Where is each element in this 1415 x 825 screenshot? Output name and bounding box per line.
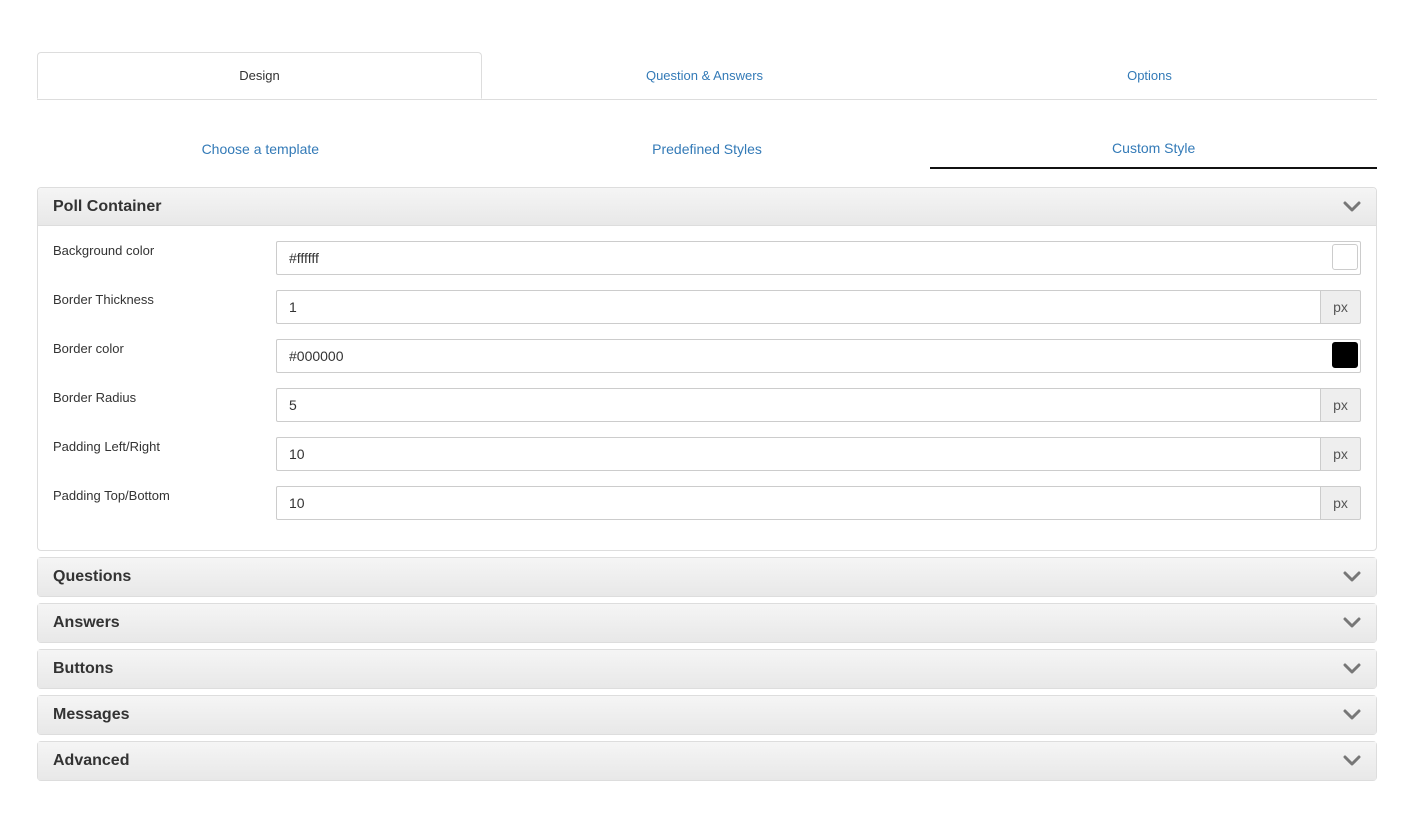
border-radius-input[interactable]	[276, 388, 1321, 422]
border-color-row: Border color	[53, 339, 1361, 388]
panel-title: Questions	[53, 568, 132, 585]
panel-title: Messages	[53, 706, 130, 723]
chevron-down-icon	[1343, 663, 1361, 675]
unit-addon: px	[1321, 486, 1361, 520]
border-radius-row: Border Radius px	[53, 388, 1361, 437]
padding-top-bottom-row: Padding Top/Bottom px	[53, 486, 1361, 520]
tab-design[interactable]: Design	[37, 52, 482, 99]
panel-title: Buttons	[53, 660, 114, 677]
chevron-down-icon	[1343, 201, 1361, 213]
answers-header[interactable]: Answers	[38, 604, 1376, 642]
padding-top-bottom-input[interactable]	[276, 486, 1321, 520]
border-color-swatch[interactable]	[1332, 342, 1358, 368]
unit-addon: px	[1321, 388, 1361, 422]
field-label: Padding Left/Right	[53, 439, 160, 454]
border-thickness-row: Border Thickness px	[53, 290, 1361, 339]
chevron-down-icon	[1343, 755, 1361, 767]
field-label: Background color	[53, 243, 155, 258]
advanced-header[interactable]: Advanced	[38, 742, 1376, 780]
design-sub-tabs: Choose a template Predefined Styles Cust…	[37, 133, 1378, 169]
border-color-input[interactable]	[276, 339, 1361, 373]
poll-container-body: Background color Border Thickness px Bor…	[38, 226, 1376, 550]
background-color-input[interactable]	[276, 241, 1361, 275]
subtab-custom-style[interactable]: Custom Style	[930, 133, 1378, 169]
panel-title: Poll Container	[53, 197, 162, 215]
questions-panel: Questions	[37, 557, 1377, 597]
poll-container-panel: Poll Container Background color Border T…	[37, 187, 1377, 551]
style-accordion: Poll Container Background color Border T…	[37, 187, 1377, 781]
buttons-panel: Buttons	[37, 649, 1377, 689]
subtab-choose-template[interactable]: Choose a template	[37, 133, 484, 169]
background-color-row: Background color	[53, 241, 1361, 290]
chevron-down-icon	[1343, 709, 1361, 721]
chevron-down-icon	[1343, 617, 1361, 629]
answers-panel: Answers	[37, 603, 1377, 643]
buttons-header[interactable]: Buttons	[38, 650, 1376, 688]
tab-question-answers[interactable]: Question & Answers	[482, 52, 927, 98]
field-label: Padding Top/Bottom	[53, 488, 170, 503]
field-label: Border Radius	[53, 390, 137, 405]
border-thickness-input[interactable]	[276, 290, 1321, 324]
main-tabs: Design Question & Answers Options	[37, 52, 1377, 100]
tab-options[interactable]: Options	[927, 52, 1372, 98]
field-label: Border color	[53, 341, 124, 356]
unit-addon: px	[1321, 290, 1361, 324]
subtab-predefined-styles[interactable]: Predefined Styles	[484, 133, 931, 169]
panel-title: Answers	[53, 614, 120, 631]
field-label: Border Thickness	[53, 292, 154, 307]
unit-addon: px	[1321, 437, 1361, 471]
advanced-panel: Advanced	[37, 741, 1377, 781]
messages-panel: Messages	[37, 695, 1377, 735]
questions-header[interactable]: Questions	[38, 558, 1376, 596]
padding-left-right-input[interactable]	[276, 437, 1321, 471]
padding-left-right-row: Padding Left/Right px	[53, 437, 1361, 486]
chevron-down-icon	[1343, 571, 1361, 583]
panel-title: Advanced	[53, 752, 130, 769]
background-color-swatch[interactable]	[1332, 244, 1358, 270]
poll-container-header[interactable]: Poll Container	[38, 188, 1376, 226]
messages-header[interactable]: Messages	[38, 696, 1376, 734]
